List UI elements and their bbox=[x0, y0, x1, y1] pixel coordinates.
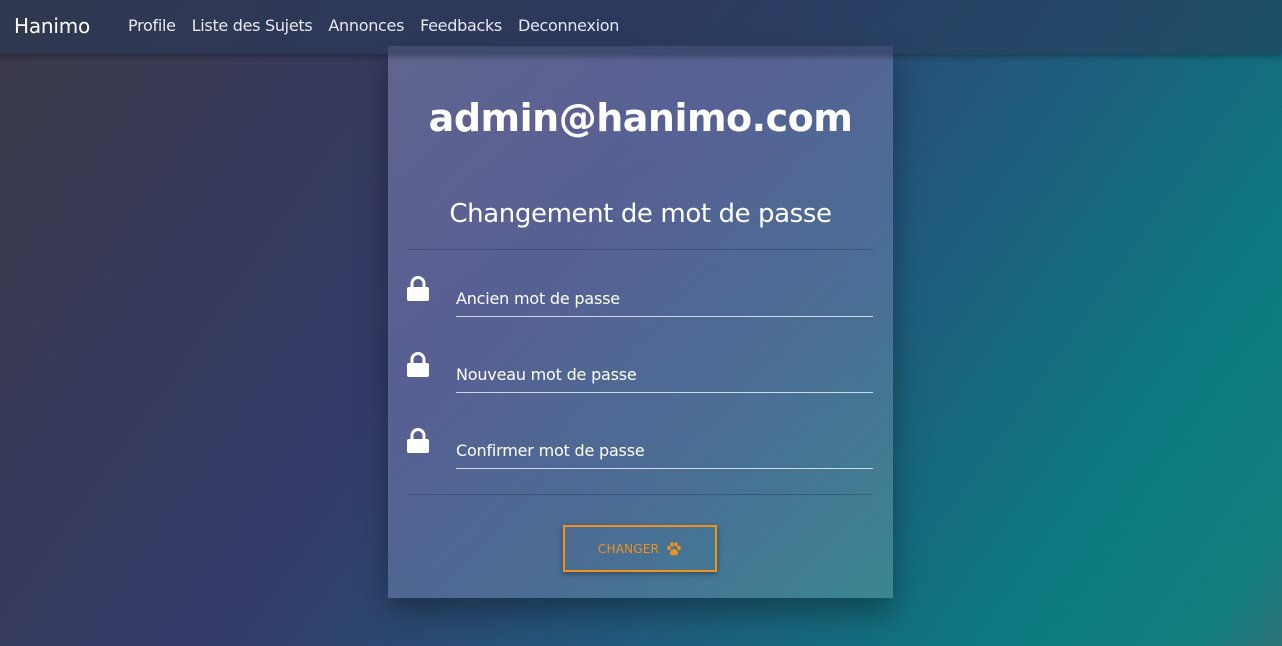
old-password-input[interactable] bbox=[456, 268, 873, 317]
brand-logo-link[interactable]: Hanimo bbox=[14, 14, 90, 38]
confirm-password-input[interactable] bbox=[456, 420, 873, 469]
nav-link-feedbacks[interactable]: Feedbacks bbox=[420, 16, 502, 35]
password-change-card: admin@hanimo.com Changement de mot de pa… bbox=[388, 46, 893, 598]
change-button-label: CHANGER bbox=[597, 541, 660, 556]
nav-link-subjects[interactable]: Liste des Sujets bbox=[192, 16, 313, 35]
divider bbox=[408, 249, 873, 250]
user-email-heading: admin@hanimo.com bbox=[428, 96, 853, 140]
new-password-input[interactable] bbox=[456, 344, 873, 393]
old-password-field bbox=[406, 268, 873, 318]
divider bbox=[408, 494, 873, 495]
lock-icon bbox=[407, 352, 429, 377]
lock-icon bbox=[407, 428, 429, 453]
top-navbar: Hanimo Profile Liste des Sujets Annonces… bbox=[0, 0, 1282, 54]
nav-link-announcements[interactable]: Annonces bbox=[328, 16, 404, 35]
nav-link-profile[interactable]: Profile bbox=[128, 16, 176, 35]
paw-icon bbox=[667, 541, 681, 555]
lock-icon bbox=[407, 276, 429, 301]
new-password-field bbox=[406, 344, 873, 394]
form-title: Changement de mot de passe bbox=[449, 199, 832, 229]
change-password-button[interactable]: CHANGER bbox=[563, 525, 717, 572]
confirm-password-field bbox=[406, 420, 873, 470]
nav-links: Profile Liste des Sujets Annonces Feedba… bbox=[128, 16, 619, 35]
nav-link-logout[interactable]: Deconnexion bbox=[518, 16, 619, 35]
